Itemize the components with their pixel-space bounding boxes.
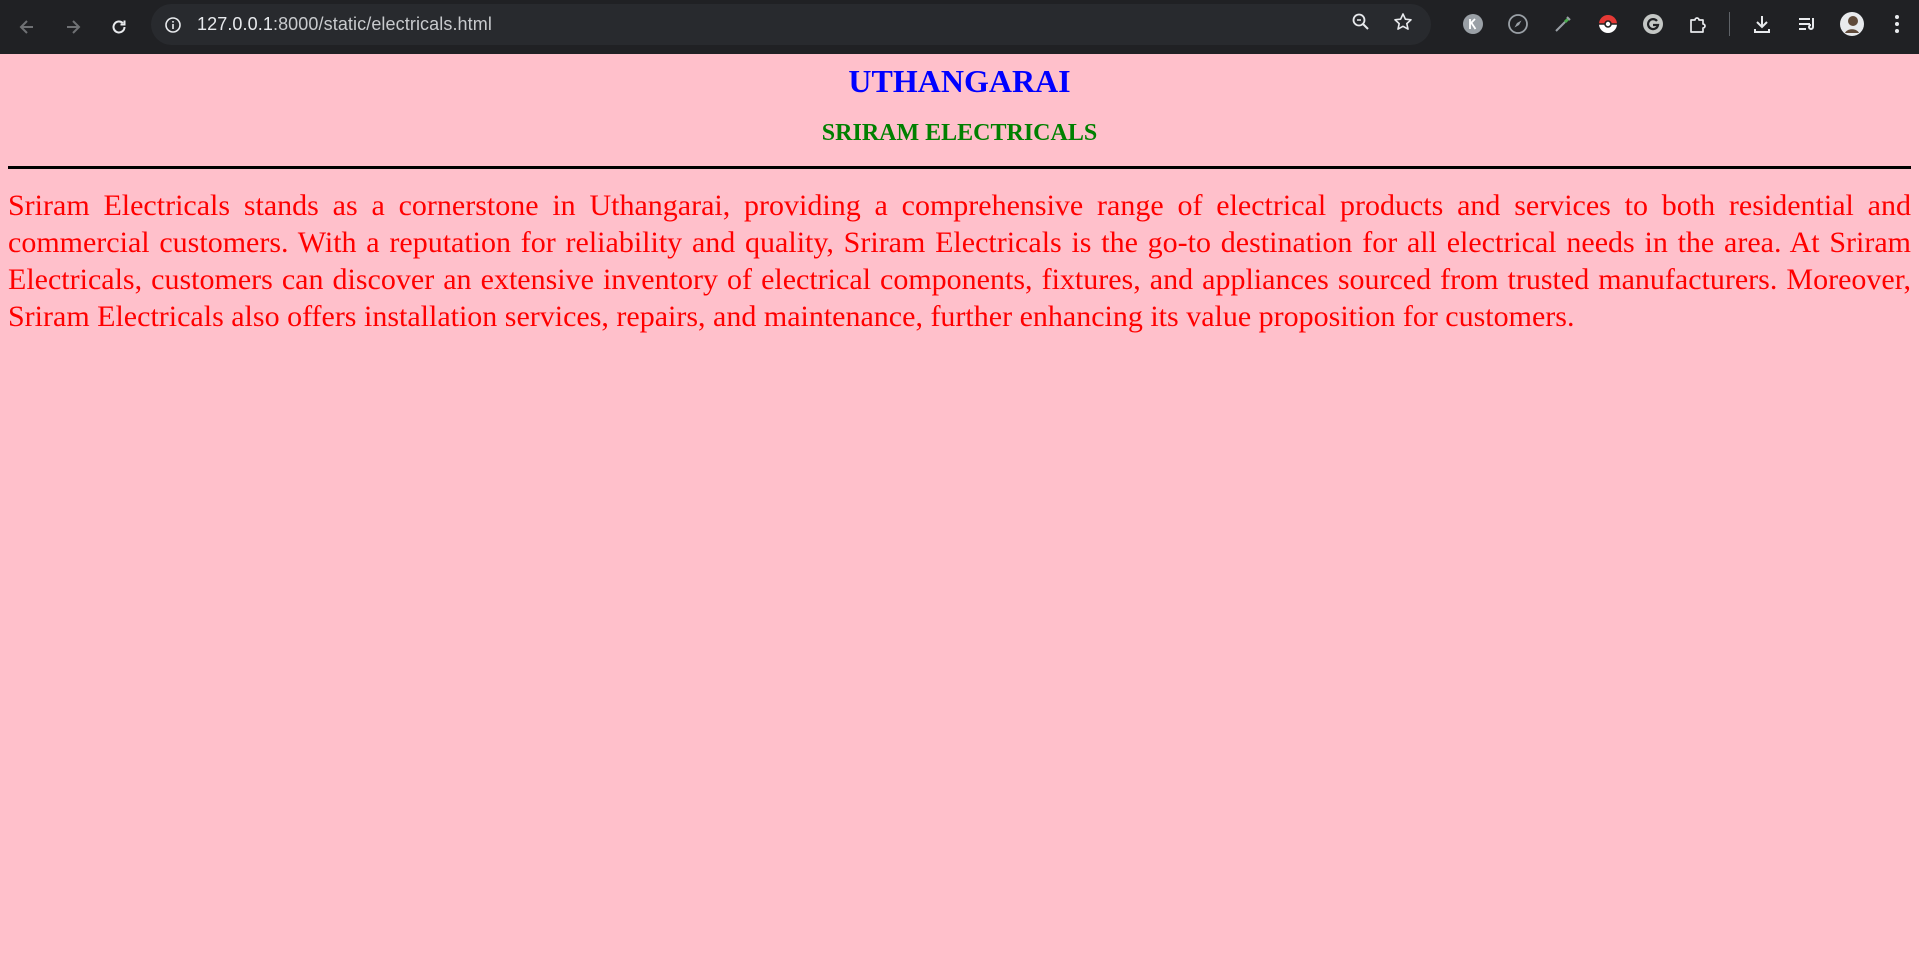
zoom-icon[interactable] bbox=[1351, 12, 1371, 37]
page-content: UTHANGARAI SRIRAM ELECTRICALS Sriram Ele… bbox=[0, 54, 1919, 960]
profile-avatar bbox=[1839, 12, 1864, 36]
toolbar-divider bbox=[1729, 12, 1730, 36]
url-path: :8000/static/electricals.html bbox=[272, 14, 492, 34]
browser-toolbar: 127.0.0.1:8000/static/electricals.html bbox=[0, 0, 1919, 54]
back-arrow-icon bbox=[19, 20, 33, 34]
profile-button[interactable] bbox=[1829, 2, 1874, 46]
extension-k-button[interactable] bbox=[1450, 2, 1495, 46]
forward-button[interactable] bbox=[51, 5, 95, 49]
page-subtitle: SRIRAM ELECTRICALS bbox=[821, 120, 1098, 146]
reload-button[interactable] bbox=[97, 5, 141, 49]
site-info-icon[interactable] bbox=[163, 15, 183, 35]
grammarly-extension-button[interactable] bbox=[1630, 2, 1675, 46]
download-icon bbox=[1753, 16, 1770, 33]
extension-k-icon bbox=[1462, 14, 1483, 34]
grammarly-extension-icon bbox=[1642, 14, 1663, 34]
pokeball-extension-icon bbox=[1598, 15, 1617, 33]
back-button[interactable] bbox=[5, 5, 49, 49]
reading-list-button[interactable] bbox=[1784, 2, 1829, 46]
eyedropper-extension-icon bbox=[1554, 16, 1571, 32]
pokeball-extension-button[interactable] bbox=[1585, 2, 1630, 46]
reload-icon bbox=[112, 20, 126, 34]
more-menu-button[interactable] bbox=[1874, 2, 1919, 46]
compass-extension-icon bbox=[1507, 14, 1528, 34]
address-bar[interactable]: 127.0.0.1:8000/static/electricals.html bbox=[151, 4, 1431, 45]
description-paragraph: Sriram Electricals stands as a cornersto… bbox=[8, 189, 1911, 333]
more-menu-icon bbox=[1894, 15, 1899, 33]
page-title: UTHANGARAI bbox=[848, 63, 1071, 99]
extensions-button[interactable] bbox=[1675, 2, 1720, 46]
reading-list-icon bbox=[1798, 18, 1814, 30]
url-host: 127.0.0.1 bbox=[197, 14, 273, 34]
bookmark-star-icon[interactable] bbox=[1393, 12, 1413, 37]
extensions-puzzle-icon bbox=[1689, 17, 1706, 33]
forward-arrow-icon bbox=[67, 20, 81, 34]
eyedropper-extension-button[interactable] bbox=[1540, 2, 1585, 46]
compass-extension-button[interactable] bbox=[1495, 2, 1540, 46]
url-text[interactable]: 127.0.0.1:8000/static/electricals.html bbox=[197, 14, 492, 35]
downloads-button[interactable] bbox=[1739, 2, 1784, 46]
horizontal-rule bbox=[8, 166, 1911, 169]
